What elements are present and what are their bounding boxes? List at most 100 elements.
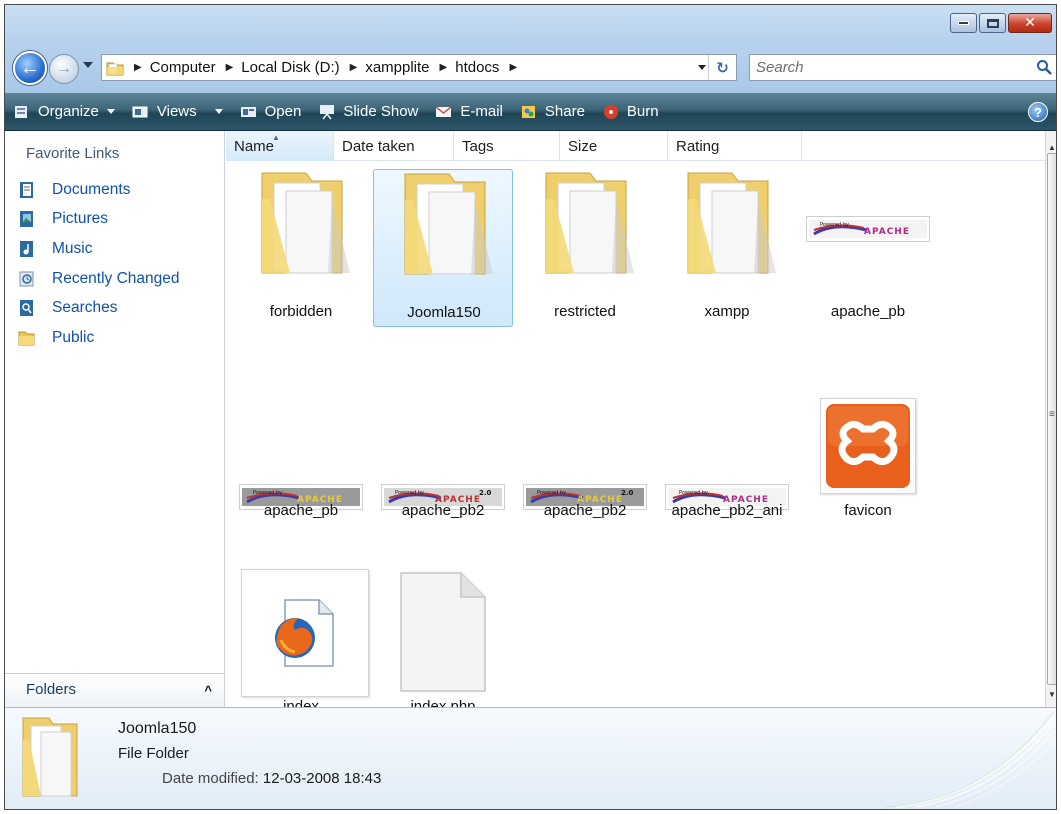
html-thumbnail	[231, 567, 371, 697]
recently-changed-icon	[19, 271, 34, 287]
file-item-folder[interactable]: xampp	[657, 169, 797, 327]
help-icon[interactable]: ?	[1028, 102, 1048, 122]
organize-icon	[15, 105, 27, 118]
search-icon[interactable]	[1036, 59, 1052, 75]
date-modified-value: 12-03-2008 18:43	[262, 770, 382, 787]
recent-pages-dropdown[interactable]	[83, 62, 93, 68]
organize-button[interactable]: Organize	[13, 103, 115, 120]
search-input[interactable]: Search	[749, 54, 1056, 81]
breadcrumb-separator[interactable]: ▶	[350, 62, 358, 73]
breadcrumb-local-disk[interactable]: Local Disk (D:)	[241, 59, 339, 76]
folder-icon	[261, 172, 350, 274]
details-pane: Joomla150 File Folder Date modified: 12-…	[5, 707, 1056, 809]
details-date-modified: Date modified: 12-03-2008 18:43	[162, 770, 381, 787]
breadcrumb-htdocs[interactable]: htdocs	[455, 59, 499, 76]
folder-icon	[404, 173, 493, 275]
file-item-php[interactable]: index.php	[373, 567, 513, 707]
folder-icon	[545, 172, 634, 274]
nav-item-pictures[interactable]: Pictures	[18, 205, 180, 235]
column-header-date-taken[interactable]: Date taken	[334, 131, 454, 161]
file-item-image[interactable]: Powered by APACHE apache_pb2_ani	[657, 368, 797, 526]
searches-icon	[20, 300, 33, 317]
scroll-up-icon[interactable]: ▲	[1048, 143, 1056, 152]
refresh-icon: ↻	[716, 59, 729, 77]
favorite-links-list: Documents Pictures Music Recently Change…	[18, 175, 180, 353]
file-item-image[interactable]: Powered by APACHE 2.0 apache_pb2	[373, 368, 513, 526]
address-bar[interactable]: ▶ Computer ▶ Local Disk (D:) ▶ xampplite…	[101, 54, 737, 81]
slideshow-button[interactable]: Slide Show	[318, 103, 418, 120]
blank-document-icon	[400, 572, 486, 692]
breadcrumb-separator[interactable]: ▶	[440, 62, 448, 73]
file-item-label: index	[283, 698, 319, 707]
folder-icon	[687, 172, 776, 274]
folders-toggle[interactable]: Folders ^	[5, 673, 224, 707]
column-header-size[interactable]: Size	[560, 131, 668, 161]
column-header-rating[interactable]: Rating	[668, 131, 802, 161]
maximize-button[interactable]	[979, 13, 1006, 33]
vertical-scrollbar[interactable]: ▲ ≡ ▼	[1045, 131, 1056, 707]
date-modified-label: Date modified:	[162, 770, 259, 787]
file-item-image[interactable]: Powered by APACHE 2.0 apache_pb2	[515, 368, 655, 526]
column-header-label: Date taken	[342, 137, 415, 155]
nav-item-label: Public	[52, 328, 95, 346]
folder-icon	[22, 717, 78, 797]
scroll-down-icon[interactable]: ▼	[1048, 690, 1056, 699]
column-header-tags[interactable]: Tags	[454, 131, 560, 161]
column-header-row: ▲ Name Date taken Tags Size Rating	[226, 131, 1045, 161]
breadcrumb-separator[interactable]: ▶	[134, 62, 142, 73]
explorer-window: ✕ ← → ▶ Computer ▶ Local Disk (D:) ▶ xam…	[4, 4, 1057, 810]
image-thumbnail: Powered by APACHE	[657, 368, 797, 510]
views-button[interactable]: Views	[132, 103, 223, 120]
file-item-folder[interactable]: restricted	[515, 169, 655, 327]
file-item-image[interactable]: favicon	[798, 368, 938, 526]
file-item-folder-selected[interactable]: Joomla150	[373, 169, 513, 327]
folders-label: Folders	[26, 681, 77, 698]
open-button[interactable]: Open	[240, 103, 302, 120]
back-button[interactable]: ←	[13, 51, 47, 85]
folder-thumbnail	[231, 169, 371, 279]
scrollbar-grip-icon: ≡	[1049, 409, 1055, 420]
share-button[interactable]: Share	[520, 103, 585, 120]
folder-thumbnail	[657, 169, 797, 279]
chevron-down-icon	[214, 109, 223, 114]
nav-item-public[interactable]: Public	[18, 323, 180, 353]
forward-button[interactable]: →	[49, 54, 79, 84]
details-item-name: Joomla150	[118, 720, 197, 737]
email-button[interactable]: E-mail	[435, 103, 503, 120]
file-item-label: index.php	[410, 698, 476, 707]
burn-button[interactable]: Burn	[602, 103, 659, 120]
nav-item-recently-changed[interactable]: Recently Changed	[18, 264, 180, 294]
minimize-button[interactable]	[950, 13, 977, 33]
breadcrumb-separator[interactable]: ▶	[509, 62, 517, 73]
command-toolbar: Organize Views Open Slide Show E-mail Sh…	[5, 93, 1056, 131]
nav-item-music[interactable]: Music	[18, 234, 180, 264]
nav-item-label: Recently Changed	[52, 269, 180, 287]
column-header-label: Rating	[676, 137, 720, 155]
banner-powered-text: Powered by	[537, 490, 566, 496]
chevron-up-icon: ^	[204, 683, 212, 698]
breadcrumb-xampplite[interactable]: xampplite	[365, 59, 429, 76]
column-header-name[interactable]: ▲ Name	[226, 131, 334, 161]
apache-banner-icon: Powered by APACHE	[806, 216, 930, 242]
file-item-folder[interactable]: forbidden	[231, 169, 371, 327]
breadcrumb-separator[interactable]: ▶	[226, 62, 234, 73]
column-header-label: Name	[234, 137, 275, 155]
file-item-html[interactable]: index	[231, 567, 371, 707]
file-item-image[interactable]: Powered by APACHE apache_pb	[231, 368, 371, 526]
breadcrumb-computer[interactable]: Computer	[150, 59, 216, 76]
php-thumbnail	[373, 567, 513, 692]
file-item-image[interactable]: Powered by APACHE apache_pb	[798, 169, 938, 327]
close-button[interactable]: ✕	[1008, 13, 1052, 33]
file-item-label: favicon	[844, 502, 892, 519]
refresh-button[interactable]: ↻	[708, 55, 736, 80]
nav-item-documents[interactable]: Documents	[18, 175, 180, 205]
open-label: Open	[264, 103, 302, 120]
slideshow-label: Slide Show	[343, 103, 419, 120]
column-header-label: Tags	[462, 137, 494, 155]
open-icon	[240, 106, 256, 117]
decorative-swoosh-graphic	[886, 711, 1055, 808]
file-item-label: apache_pb2	[401, 502, 485, 519]
slideshow-icon	[320, 104, 335, 119]
nav-item-searches[interactable]: Searches	[18, 293, 180, 323]
address-dropdown-icon[interactable]	[698, 65, 706, 70]
